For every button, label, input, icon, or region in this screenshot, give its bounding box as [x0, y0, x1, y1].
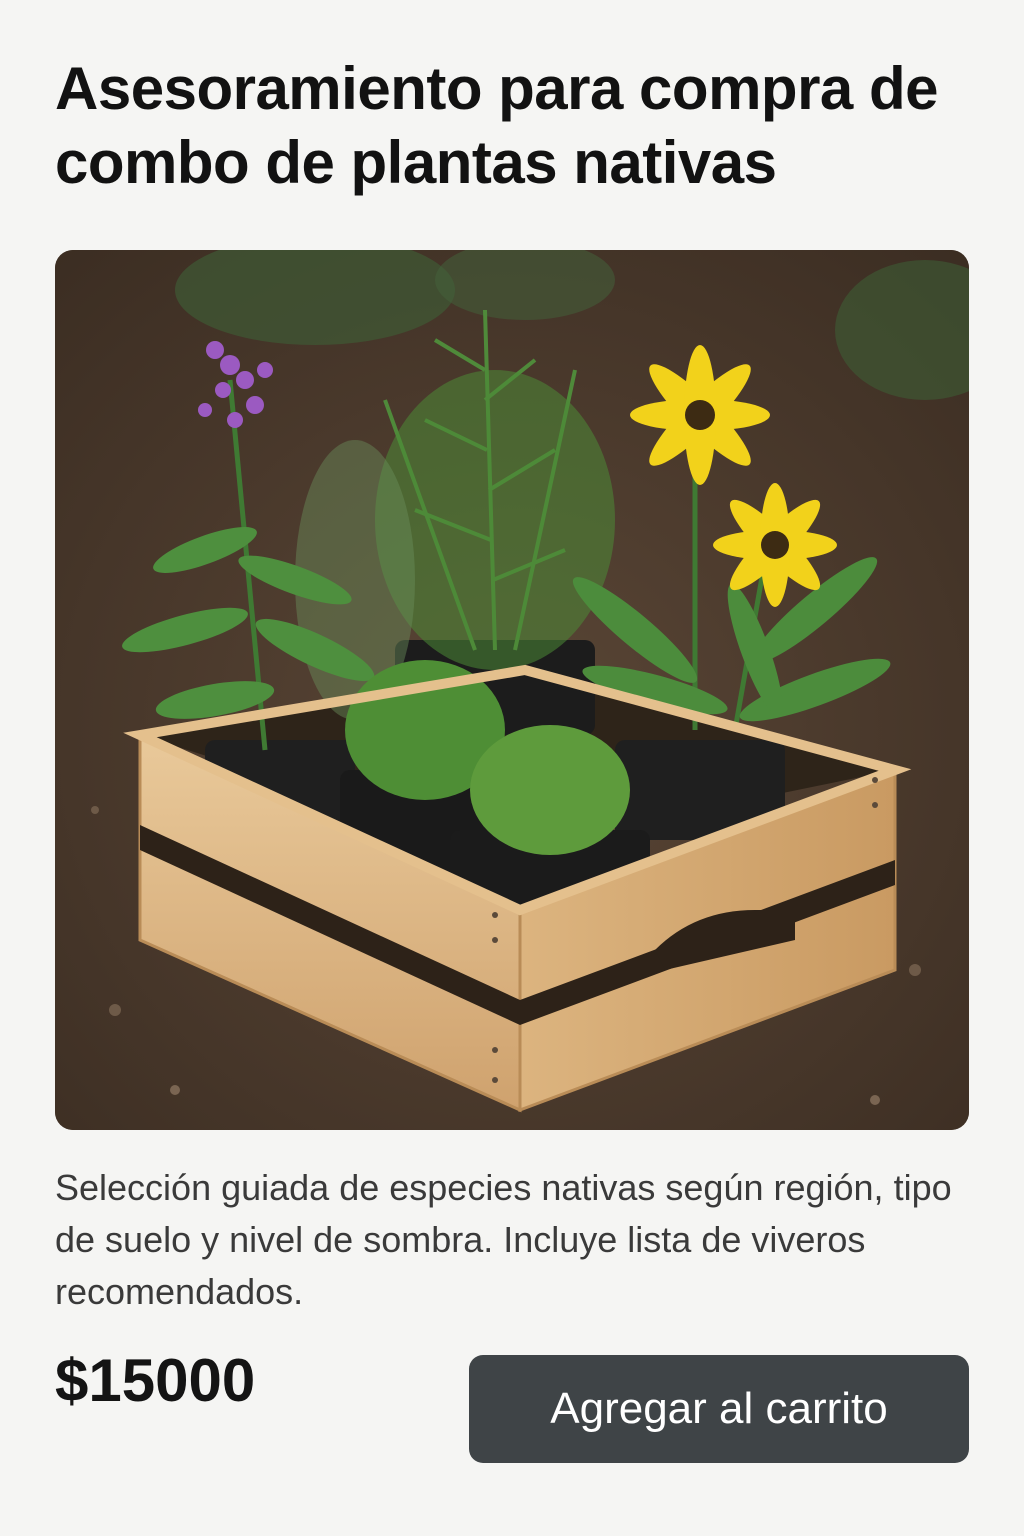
- product-price: $15000: [55, 1347, 256, 1414]
- product-description: Selección guiada de especies nativas seg…: [55, 1167, 952, 1312]
- page-title: Asesoramiento para compra de combo de pl…: [55, 55, 938, 196]
- product-image: [55, 250, 969, 1130]
- add-to-cart-button[interactable]: Agregar al carrito: [469, 1355, 969, 1463]
- product-page: Asesoramiento para compra de combo de pl…: [0, 0, 1024, 1536]
